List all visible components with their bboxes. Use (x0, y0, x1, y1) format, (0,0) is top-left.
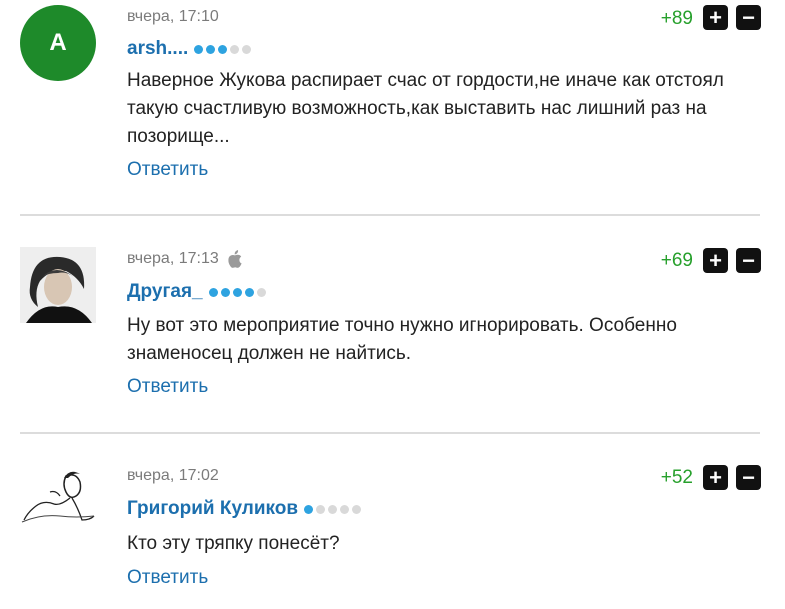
rating-dots (304, 504, 362, 514)
avatar-portrait-icon (20, 247, 96, 323)
upvote-button[interactable]: + (703, 248, 728, 273)
rating-dot (208, 287, 218, 297)
upvote-button[interactable]: + (703, 5, 728, 30)
divider (20, 214, 760, 216)
rating-dot (218, 44, 228, 54)
avatar[interactable] (20, 464, 96, 540)
avatar-sketch-icon (20, 464, 96, 540)
rating-dot (230, 44, 240, 54)
reply-link[interactable]: Ответить (127, 376, 208, 398)
rating-dot (232, 287, 242, 297)
comment-author[interactable]: Григорий Куликов (127, 498, 362, 520)
rating-dots (208, 287, 266, 297)
rating-dots (194, 44, 252, 54)
comment-score: +52 (660, 467, 693, 488)
rating-dot (340, 504, 350, 514)
rating-dot (242, 44, 252, 54)
rating-dot (304, 504, 314, 514)
rating-dot (194, 44, 204, 54)
rating-dot (206, 44, 216, 54)
comment-text: Кто эту тряпку понесёт? (127, 533, 340, 554)
rating-dot (328, 504, 338, 514)
comment-author[interactable]: Другая_ (127, 281, 266, 303)
downvote-button[interactable]: − (736, 465, 761, 490)
rating-dot (352, 504, 362, 514)
comment-score: +89 (660, 8, 693, 29)
comment-time: вчера, 17:10 (127, 8, 219, 25)
comment-time: вчера, 17:02 (127, 467, 219, 484)
reply-link[interactable]: Ответить (127, 567, 208, 589)
rating-dot (316, 504, 326, 514)
rating-dot (220, 287, 230, 297)
divider (20, 432, 760, 434)
comment-text: Наверное Жукова распирает счас от гордос… (127, 70, 724, 147)
avatar[interactable]: A (20, 5, 96, 81)
comment-score: +69 (660, 250, 693, 271)
downvote-button[interactable]: − (736, 5, 761, 30)
rating-dot (256, 287, 266, 297)
downvote-button[interactable]: − (736, 248, 761, 273)
rating-dot (244, 287, 254, 297)
comment-time: вчера, 17:13 (127, 250, 243, 268)
avatar[interactable] (20, 247, 96, 323)
comment-author[interactable]: arsh.... (127, 38, 252, 60)
apple-icon (228, 250, 242, 268)
avatar-letter: A (49, 29, 67, 56)
upvote-button[interactable]: + (703, 465, 728, 490)
comment-text: Ну вот это мероприятие точно нужно игнор… (127, 315, 677, 364)
reply-link[interactable]: Ответить (127, 159, 208, 181)
